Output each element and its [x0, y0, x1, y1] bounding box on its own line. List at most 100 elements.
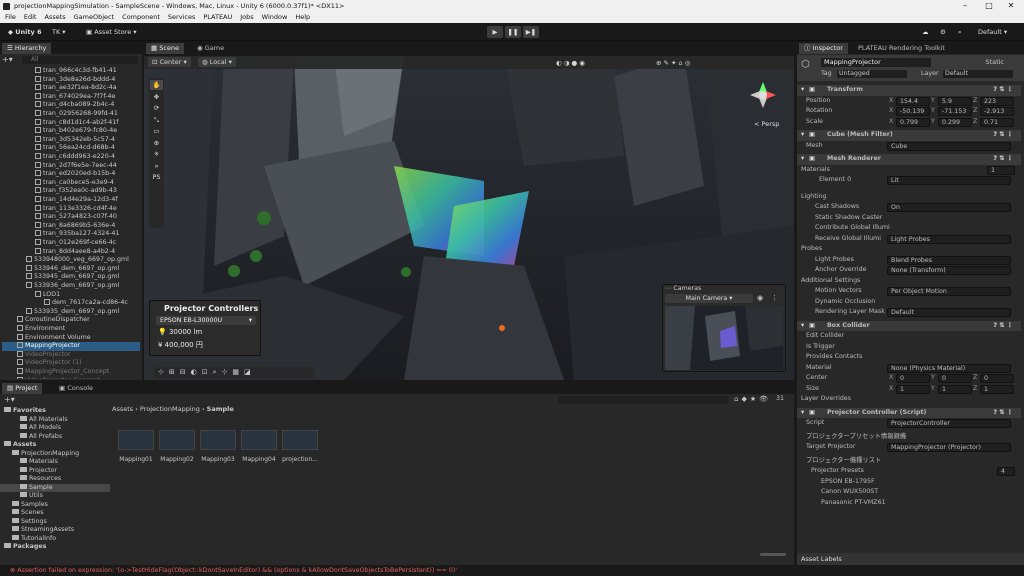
folder-tree-item[interactable]: Packages [0, 543, 110, 552]
tab-console[interactable]: ▣ Console [54, 383, 98, 394]
folder-tree-item[interactable]: Samples [0, 500, 110, 510]
layer-dropdown[interactable]: Default [943, 70, 1013, 78]
position-x-field[interactable]: 154.4 [896, 96, 930, 106]
center-z-field[interactable]: 0 [980, 374, 1014, 383]
hierarchy-item[interactable]: CoroutineDispatcher [2, 316, 140, 325]
folder-tree-item[interactable]: Projector [0, 466, 110, 476]
hierarchy-item[interactable]: tran_02956268-99fd-41 [2, 110, 140, 119]
close-button[interactable]: ✕ [1000, 0, 1022, 12]
hierarchy-item[interactable]: MappingProjector [2, 342, 140, 351]
hierarchy-item[interactable]: tran_527a4823-c07f-40 [2, 213, 140, 222]
tab-scene[interactable]: ▦ Scene [146, 43, 185, 54]
rotation-y-field[interactable]: -71.153 [938, 107, 972, 116]
folder-tree-item[interactable]: All Materials [0, 415, 110, 425]
step-button[interactable]: ▶❚ [523, 26, 539, 38]
collider-material-field[interactable]: None (Physics Material) [887, 363, 1011, 373]
hierarchy-item[interactable]: tran_935ba127-4324-41 [2, 230, 140, 239]
folder-tree-item[interactable]: Assets [0, 441, 110, 450]
menu-item-help[interactable]: Help [295, 12, 310, 23]
menu-item-component[interactable]: Component [122, 12, 160, 23]
orientation-gizmo[interactable] [748, 80, 778, 110]
tab-plateau-rendering[interactable]: PLATEAU Rendering Toolkit [853, 43, 950, 54]
motion-dropdown[interactable]: Per Object Motion [887, 287, 1011, 296]
rotation-z-field[interactable]: -2.913 [980, 107, 1014, 116]
hierarchy-item[interactable]: tran_b402e679-fc80-4e [2, 127, 140, 136]
hierarchy-item[interactable]: VideoProjector (1) [2, 359, 140, 368]
rotation-x-field[interactable]: -50.139 [896, 107, 930, 116]
tab-hierarchy[interactable]: ☰ Hierarchy [2, 43, 52, 54]
folder-tree-item[interactable]: StreamingAssets [0, 526, 110, 535]
hierarchy-item[interactable]: tran_c8d1d1c4-ab2f-41f [2, 118, 140, 128]
status-message[interactable]: Assertion failed on expression: '(o->Tes… [17, 567, 457, 574]
scene-tool-button[interactable]: PS [150, 172, 163, 182]
folder-tree-item[interactable]: Scenes [0, 509, 110, 518]
hierarchy-item[interactable]: tran_012e269f-ce66-4c [2, 239, 140, 248]
draw-mode-icon[interactable]: ◐ ◑ ● ◉ [552, 57, 589, 69]
hierarchy-item[interactable]: tran_966c4c3d-fb41-41 [2, 67, 140, 76]
hierarchy-item[interactable]: tran_56ea24cd-d68b-4 [2, 144, 140, 153]
hierarchy-item[interactable]: tran_113e3326-cd4f-4e [2, 204, 140, 214]
breadcrumb-sample[interactable]: Sample [207, 405, 234, 413]
breadcrumb-assets[interactable]: Assets [112, 405, 133, 413]
receive-gi-dropdown[interactable]: Light Probes [887, 234, 1011, 244]
play-button[interactable]: ▶ [487, 26, 503, 38]
scene-tool-button[interactable]: ✥ [150, 92, 163, 102]
projector-model-dropdown[interactable]: EPSON EB-L30000U ▾ [156, 316, 256, 325]
cloud-icon[interactable]: ☁ [918, 26, 933, 38]
hierarchy-item[interactable]: tran_f352ea0c-ad9b-43 [2, 187, 140, 196]
menu-item-plateau[interactable]: PLATEAU [203, 12, 232, 23]
unity-account-button[interactable]: ◆ Unity 6 [4, 26, 46, 38]
layout-dropdown[interactable]: Default ▾ [974, 26, 1011, 38]
folder-tree-item[interactable]: Settings [0, 517, 110, 527]
scene-tool-button[interactable]: ⊕ [150, 138, 163, 148]
menu-item-window[interactable]: Window [262, 12, 288, 23]
hierarchy-item[interactable]: tran_ca0bece5-e3e9-4 [2, 178, 140, 188]
scene-tool-button[interactable]: ▭ [150, 126, 163, 136]
hierarchy-item[interactable]: VideoProjector_Concept [2, 376, 140, 379]
foldout-icon[interactable]: ▾ [801, 154, 804, 165]
add-object-button[interactable]: +▾ [2, 55, 13, 64]
scale-z-field[interactable]: 0.71 [980, 117, 1014, 127]
folder-tree-item[interactable]: Sample [0, 483, 110, 492]
maximize-button[interactable]: □ [978, 0, 1000, 12]
create-asset-button[interactable]: +▾ [4, 395, 15, 404]
folder-tree-item[interactable]: All Prefabs [0, 432, 110, 442]
size-z-field[interactable]: 1 [980, 384, 1014, 394]
size-y-field[interactable]: 1 [938, 384, 972, 394]
object-name-field[interactable]: MappingProjector [821, 58, 931, 67]
component-menu-icon[interactable]: ? ⇅ ⋮ [993, 408, 1013, 419]
minimize-button[interactable]: – [954, 0, 976, 12]
position-z-field[interactable]: 223 [980, 96, 1014, 106]
breadcrumb-projectionmapping[interactable]: ProjectionMapping [140, 405, 200, 413]
hierarchy-item[interactable]: LOD1 [2, 290, 140, 300]
folder-tree-item[interactable]: Resources [0, 475, 110, 484]
folder-tree-item[interactable]: All Models [0, 424, 110, 433]
component-menu-icon[interactable]: ? ⇅ ⋮ [993, 154, 1013, 165]
asset-thumbnail[interactable] [159, 430, 195, 450]
asset-label[interactable]: Mapping01 [114, 456, 158, 463]
persp-label[interactable]: < Persp [754, 120, 779, 128]
folder-tree-item[interactable]: ProjectionMapping [0, 449, 110, 459]
scene-bottom-toolbar[interactable]: ⊹⊞⊟◐⊡⌕⊹▦◪ [154, 367, 314, 378]
hierarchy-item[interactable]: 533936_dem_6697_op.gml [2, 282, 140, 291]
component-menu-icon[interactable]: ? ⇅ ⋮ [993, 85, 1013, 96]
center-y-field[interactable]: 0 [938, 374, 972, 383]
menu-item-assets[interactable]: Assets [44, 12, 65, 23]
hierarchy-item[interactable]: Environment Volume [2, 333, 140, 343]
camera-options-icon[interactable]: ⋮ [771, 294, 778, 302]
menu-item-edit[interactable]: Edit [24, 12, 37, 23]
hierarchy-item[interactable]: tran_14d4e29a-12d3-4f [2, 196, 140, 205]
foldout-icon[interactable]: ▾ [801, 321, 804, 332]
menu-item-file[interactable]: File [5, 12, 16, 23]
cast-shadows-dropdown[interactable]: On [887, 203, 1011, 212]
hierarchy-item[interactable]: dem_7617ca2a-cd86-4c [2, 299, 140, 308]
folder-tree-item[interactable]: Utils [0, 492, 110, 501]
menu-item-services[interactable]: Services [168, 12, 195, 23]
render-layer-dropdown[interactable]: Default [887, 308, 1011, 317]
pause-button[interactable]: ❚❚ [505, 26, 521, 38]
hierarchy-item[interactable]: tran_674029ea-7f7f-4e [2, 92, 140, 102]
hierarchy-item[interactable]: MappingProjector_Concept [2, 368, 140, 377]
folder-tree-item[interactable]: Materials [0, 458, 110, 467]
scene-tool-button[interactable]: ⤡ [150, 115, 163, 125]
scene-tool-button[interactable]: ✳ [150, 149, 163, 159]
